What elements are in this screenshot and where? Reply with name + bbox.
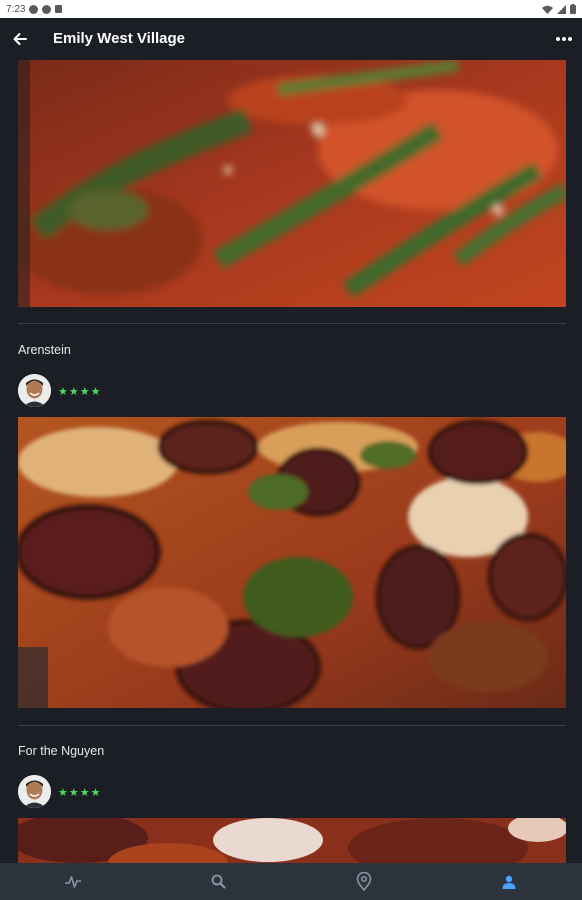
status-time: 7:23 <box>6 3 26 15</box>
status-right <box>542 4 576 14</box>
more-vertical-icon <box>556 37 572 41</box>
pizza-photo-image <box>18 60 566 307</box>
avatar[interactable] <box>18 374 51 407</box>
signal-icon <box>557 4 566 14</box>
status-bar: 7:23 <box>0 0 582 18</box>
search-icon <box>211 874 226 889</box>
nav-search[interactable] <box>188 863 248 900</box>
bottom-navigation <box>0 863 582 900</box>
nav-location[interactable] <box>334 863 394 900</box>
nav-activity[interactable] <box>43 863 103 900</box>
review-photo[interactable] <box>18 417 566 708</box>
back-button[interactable] <box>10 29 30 49</box>
post-divider <box>18 323 566 324</box>
profile-icon <box>502 875 516 889</box>
notification-icon <box>29 4 39 14</box>
user-avatar-image <box>18 775 51 808</box>
pizza-photo-image <box>18 818 566 863</box>
more-options-button[interactable] <box>554 29 574 49</box>
activity-icon <box>64 875 81 888</box>
star-rating: ★★★★ <box>58 386 102 398</box>
star-rating: ★★★★ <box>58 787 102 799</box>
post-title: Arenstein <box>18 343 71 357</box>
sd-card-icon <box>55 5 63 13</box>
battery-icon <box>570 4 576 14</box>
post-divider <box>18 725 566 726</box>
arrow-left-icon <box>13 33 27 45</box>
pizza-photo-image <box>18 417 566 708</box>
avatar[interactable] <box>18 775 51 808</box>
review-photo[interactable] <box>18 60 566 307</box>
user-avatar-image <box>18 374 51 407</box>
page-title: Emily West Village <box>53 30 186 47</box>
app-bar: Emily West Village <box>0 18 582 60</box>
post-title: For the Nguyen <box>18 744 105 758</box>
location-pin-icon <box>356 872 372 891</box>
review-feed[interactable]: Arenstein ★★★★ For the Nguyen ★★★★ <box>0 60 582 863</box>
review-photo[interactable] <box>18 818 566 863</box>
nav-profile[interactable] <box>479 863 539 900</box>
sync-icon <box>42 4 52 14</box>
wifi-icon <box>542 5 553 14</box>
status-left: 7:23 <box>6 3 63 15</box>
